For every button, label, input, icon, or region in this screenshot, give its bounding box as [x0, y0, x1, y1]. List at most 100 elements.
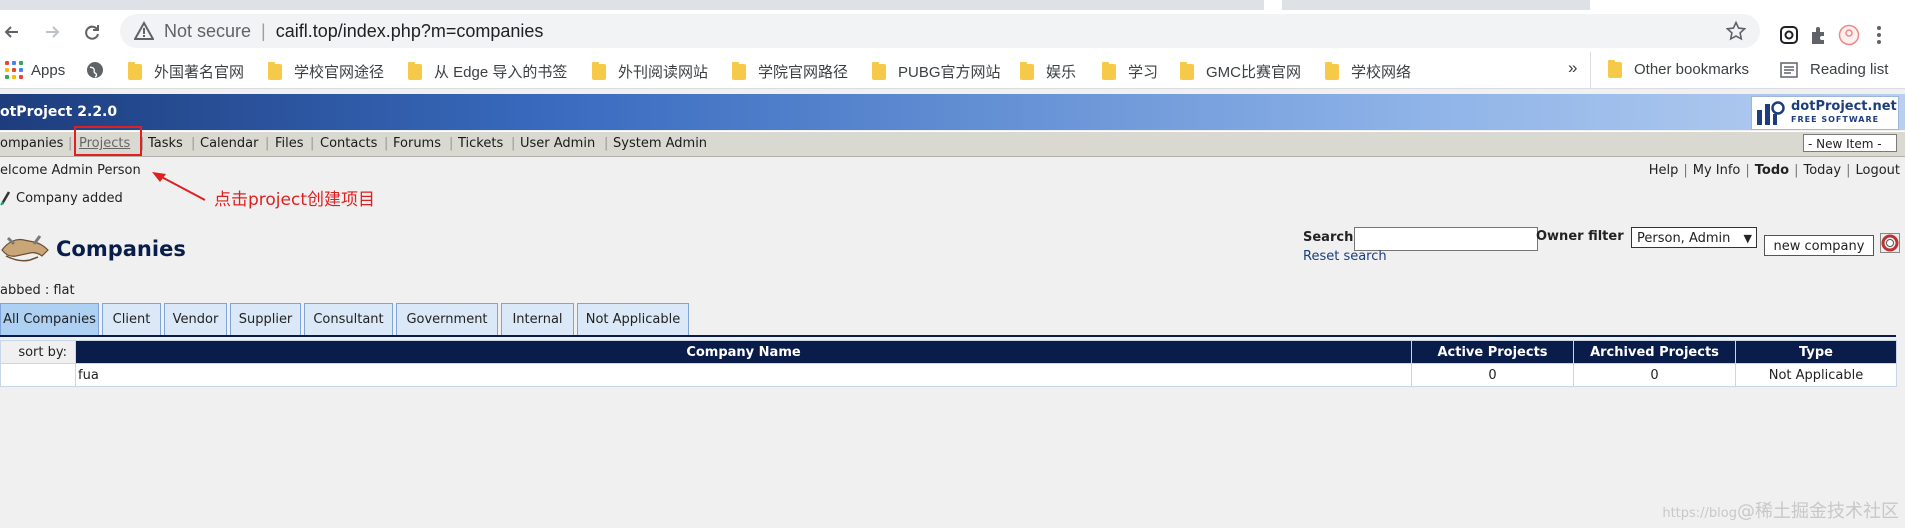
column-header-type[interactable]: Type — [1735, 340, 1897, 364]
today-link[interactable]: Today — [1803, 163, 1841, 178]
tabs-underline — [0, 335, 1896, 337]
logout-link[interactable]: Logout — [1855, 163, 1900, 178]
active-projects-count: 0 — [1411, 363, 1574, 387]
search-input[interactable] — [1354, 227, 1538, 251]
app-header: otProject 2.2.0 dotProject.net FREE SOFT… — [0, 94, 1905, 130]
tab-consultant[interactable]: Consultant — [304, 303, 393, 335]
profile-avatar-icon[interactable] — [1838, 24, 1860, 46]
bookmark-folder[interactable]: 学校官网途径 — [268, 61, 384, 82]
top-links: Help | My Info | Todo | Today | Logout — [1649, 163, 1900, 178]
bookmarks-more-button[interactable]: » — [1568, 58, 1577, 78]
column-header-company-name[interactable]: Company Name — [75, 340, 1412, 364]
owner-filter-value: Person, Admin — [1637, 231, 1731, 246]
apps-grid-icon — [5, 61, 23, 79]
menu-calendar[interactable]: Calendar — [200, 136, 258, 151]
company-type: Not Applicable — [1735, 363, 1897, 387]
projects-highlight-box — [74, 126, 142, 156]
bookmark-label: 学院官网路径 — [758, 64, 849, 81]
annotation-arrow-icon — [152, 172, 206, 201]
tab-all-companies[interactable]: All Companies — [0, 303, 99, 335]
menu-contacts[interactable]: Contacts — [320, 136, 377, 151]
new-item-label: - New Item - — [1808, 137, 1882, 151]
forward-button[interactable] — [36, 16, 68, 48]
my-info-link[interactable]: My Info — [1693, 163, 1741, 178]
company-name-link[interactable]: fua — [75, 363, 1412, 387]
menu-tasks[interactable]: Tasks — [148, 136, 183, 151]
menu-files[interactable]: Files — [275, 136, 304, 151]
column-header-archived-projects[interactable]: Archived Projects — [1573, 340, 1736, 364]
bookmark-folder[interactable]: 外刊阅读网站 — [592, 61, 708, 82]
address-bar[interactable]: Not secure | caifl.top/index.php?m=compa… — [120, 14, 1760, 48]
bookmark-apps[interactable]: Apps — [5, 61, 65, 79]
menu-dots-icon[interactable] — [1868, 24, 1890, 46]
todo-link[interactable]: Todo — [1755, 163, 1789, 178]
menu-user-admin[interactable]: User Admin — [520, 136, 595, 151]
menu-companies[interactable]: ompanies — [0, 136, 63, 151]
menu-forums[interactable]: Forums — [393, 136, 441, 151]
folder-icon — [732, 61, 746, 80]
bookmark-folder[interactable]: PUBG官方网站 — [872, 61, 1001, 82]
folder-icon — [1608, 59, 1622, 78]
bookmark-folder[interactable]: 从 Edge 导入的书签 — [408, 61, 567, 82]
link-separator: | — [1846, 163, 1851, 178]
tab-not-applicable[interactable]: Not Applicable — [577, 303, 689, 335]
help-lifebuoy-icon[interactable] — [1880, 233, 1900, 253]
row-spacer — [0, 363, 76, 387]
tab-government[interactable]: Government — [396, 303, 498, 335]
watermark-small-text: https://blog — [1662, 506, 1737, 521]
menu-separator: | — [384, 136, 389, 151]
forward-arrow-icon — [46, 26, 60, 38]
security-label: Not secure — [164, 20, 252, 41]
link-separator: | — [1794, 163, 1799, 178]
bookmark-label: GMC比赛官网 — [1206, 64, 1301, 81]
tab-client[interactable]: Client — [102, 303, 161, 335]
warning-icon — [134, 21, 154, 40]
tab-internal[interactable]: Internal — [501, 303, 574, 335]
welcome-text: elcome Admin Person — [0, 163, 141, 178]
bookmark-label: Reading list — [1810, 61, 1889, 78]
bookmark-label: 学校网络 — [1351, 64, 1412, 81]
tab-edge — [1264, 0, 1282, 10]
new-company-button[interactable]: new company — [1764, 235, 1874, 256]
browser-toolbar: Not secure | caifl.top/index.php?m=compa… — [0, 10, 1905, 52]
help-link[interactable]: Help — [1649, 163, 1679, 178]
menu-separator: | — [265, 136, 270, 151]
url-text[interactable]: caifl.top/index.php?m=companies — [276, 21, 544, 42]
tab-vendor[interactable]: Vendor — [164, 303, 227, 335]
folder-icon — [1102, 61, 1116, 80]
bookmark-folder[interactable]: GMC比赛官网 — [1180, 61, 1301, 82]
owner-filter-label: Owner filter — [1536, 229, 1624, 244]
other-bookmarks[interactable]: Other bookmarks — [1608, 59, 1749, 78]
status-message-text: Company added — [16, 190, 123, 206]
logo-subtitle: FREE SOFTWARE — [1791, 115, 1880, 124]
dotproject-logo[interactable]: dotProject.net FREE SOFTWARE — [1751, 96, 1899, 130]
back-button[interactable] — [0, 16, 28, 48]
search-label: Search — [1303, 230, 1354, 245]
reload-icon — [85, 25, 99, 40]
extension-icon[interactable] — [1778, 24, 1800, 46]
menu-tickets[interactable]: Tickets — [458, 136, 503, 151]
owner-filter-select[interactable]: Person, Admin ▼ — [1631, 227, 1757, 248]
bookmark-folder[interactable]: 学习 — [1102, 61, 1158, 82]
link-separator: | — [1683, 163, 1688, 178]
bookmarks-divider — [1590, 52, 1591, 88]
puzzle-icon[interactable] — [1808, 24, 1830, 46]
bookmark-folder[interactable]: 娱乐 — [1020, 61, 1076, 82]
reload-button[interactable] — [76, 16, 108, 48]
tab-edge — [1590, 0, 1905, 10]
archived-projects-count: 0 — [1573, 363, 1736, 387]
reset-search-link[interactable]: Reset search — [1303, 249, 1387, 264]
column-header-active-projects[interactable]: Active Projects — [1411, 340, 1574, 364]
menu-system-admin[interactable]: System Admin — [613, 136, 707, 151]
bookmark-folder[interactable]: 学院官网路径 — [732, 61, 848, 82]
bookmark-star-icon[interactable] — [1726, 21, 1746, 41]
bookmark-folder[interactable]: 外国著名官网 — [128, 61, 244, 82]
bookmark-globe[interactable] — [86, 61, 104, 79]
new-item-select[interactable]: - New Item - — [1803, 134, 1897, 152]
bookmark-folder[interactable]: 学校网络 — [1325, 61, 1411, 82]
tab-supplier[interactable]: Supplier — [230, 303, 301, 335]
bookmark-label: 外刊阅读网站 — [618, 64, 709, 81]
reading-list[interactable]: Reading list — [1780, 61, 1888, 78]
menu-separator: | — [604, 136, 609, 151]
folder-icon — [268, 61, 282, 80]
